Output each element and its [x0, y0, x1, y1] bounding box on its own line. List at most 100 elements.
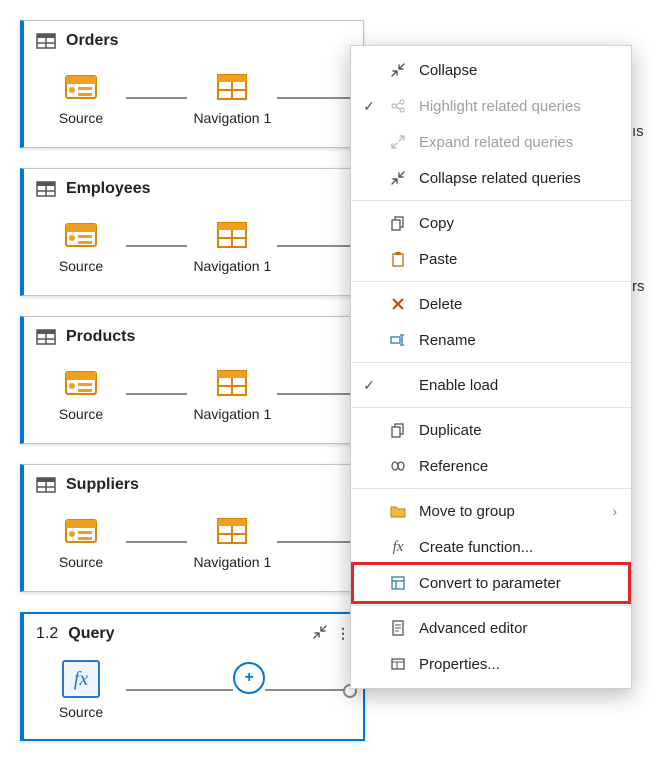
step-navigation[interactable]: Navigation 1	[187, 70, 277, 126]
table-step-icon	[215, 366, 249, 400]
table-icon	[36, 179, 56, 199]
menu-separator	[351, 281, 631, 282]
connector	[126, 245, 187, 247]
menu-label: Rename	[419, 332, 476, 349]
menu-expand-related[interactable]: Expand related queries	[351, 124, 631, 160]
query-card-suppliers[interactable]: Suppliers Source Navigation 1	[20, 464, 364, 592]
menu-properties[interactable]: Properties...	[351, 646, 631, 682]
expand-icon	[389, 133, 407, 151]
menu-paste[interactable]: Paste	[351, 241, 631, 277]
menu-label: Collapse	[419, 62, 477, 79]
context-menu: Collapse ✓ Highlight related queries Exp…	[350, 45, 632, 689]
step-label: Navigation 1	[193, 406, 271, 422]
menu-separator	[351, 362, 631, 363]
reference-icon	[389, 457, 407, 475]
connector	[265, 689, 351, 691]
step-navigation[interactable]: Navigation 1	[187, 218, 277, 274]
connector	[126, 541, 187, 543]
step-label: Navigation 1	[193, 554, 271, 570]
parameter-icon	[389, 574, 407, 592]
steps-row: Source Navigation 1	[36, 63, 351, 133]
menu-reference[interactable]: Reference	[351, 448, 631, 484]
duplicate-icon	[389, 421, 407, 439]
card-header: Suppliers	[36, 475, 351, 495]
table-icon	[36, 475, 56, 495]
menu-label: Delete	[419, 296, 462, 313]
add-step-button[interactable]: +	[233, 662, 265, 694]
step-label: Navigation 1	[193, 110, 271, 126]
card-title: Orders	[66, 32, 118, 50]
menu-convert-to-parameter[interactable]: Convert to parameter	[351, 565, 631, 601]
step-source[interactable]: Source	[36, 218, 126, 274]
menu-label: Expand related queries	[419, 134, 573, 151]
menu-separator	[351, 200, 631, 201]
menu-label: Enable load	[419, 377, 498, 394]
fx-icon: fx	[389, 538, 407, 556]
query-card-employees[interactable]: Employees Source Navigation 1	[20, 168, 364, 296]
checkmark-icon: ✓	[361, 377, 377, 394]
collapse-icon	[389, 169, 407, 187]
clipped-text: ıs	[632, 123, 644, 140]
menu-label: Advanced editor	[419, 620, 527, 637]
collapse-icon	[389, 61, 407, 79]
step-label: Navigation 1	[193, 258, 271, 274]
menu-move-to-group[interactable]: Move to group ›	[351, 493, 631, 529]
menu-label: Reference	[419, 458, 488, 475]
card-prefix: 1.2	[36, 625, 58, 643]
steps-row: fx Source +	[36, 655, 351, 725]
menu-highlight-related[interactable]: ✓ Highlight related queries	[351, 88, 631, 124]
step-source[interactable]: Source	[36, 70, 126, 126]
card-header: 1.2 Query ⋮	[36, 624, 351, 643]
menu-separator	[351, 605, 631, 606]
datasource-icon	[64, 366, 98, 400]
paste-icon	[389, 250, 407, 268]
menu-rename[interactable]: Rename	[351, 322, 631, 358]
folder-icon	[389, 502, 407, 520]
menu-delete[interactable]: Delete	[351, 286, 631, 322]
menu-create-function[interactable]: fx Create function...	[351, 529, 631, 565]
menu-label: Properties...	[419, 656, 500, 673]
share-icon	[389, 97, 407, 115]
card-header: Orders	[36, 31, 351, 51]
menu-duplicate[interactable]: Duplicate	[351, 412, 631, 448]
step-source[interactable]: fx Source	[36, 660, 126, 720]
step-source[interactable]: Source	[36, 366, 126, 422]
fx-icon: fx	[62, 660, 100, 698]
rename-icon	[389, 331, 407, 349]
steps-row: Source Navigation 1	[36, 359, 351, 429]
editor-icon	[389, 619, 407, 637]
more-icon[interactable]: ⋮	[336, 625, 351, 642]
query-card-query[interactable]: 1.2 Query ⋮ fx Source +	[20, 612, 365, 741]
menu-label: Paste	[419, 251, 457, 268]
card-header: Products	[36, 327, 351, 347]
connector	[277, 97, 351, 99]
step-source[interactable]: Source	[36, 514, 126, 570]
menu-separator	[351, 407, 631, 408]
step-label: Source	[59, 110, 103, 126]
connector	[277, 245, 351, 247]
step-navigation[interactable]: Navigation 1	[187, 366, 277, 422]
menu-copy[interactable]: Copy	[351, 205, 631, 241]
card-title: Query	[68, 625, 114, 643]
steps-row: Source Navigation 1	[36, 507, 351, 577]
menu-label: Highlight related queries	[419, 98, 581, 115]
connector	[126, 393, 187, 395]
step-label: Source	[59, 258, 103, 274]
menu-collapse-related[interactable]: Collapse related queries	[351, 160, 631, 196]
collapse-icon[interactable]	[312, 624, 328, 643]
step-label: Source	[59, 704, 103, 720]
clipped-text: rs	[632, 278, 645, 295]
query-card-products[interactable]: Products Source Navigation 1	[20, 316, 364, 444]
table-step-icon	[215, 218, 249, 252]
menu-enable-load[interactable]: ✓ Enable load	[351, 367, 631, 403]
step-label: Source	[59, 554, 103, 570]
steps-row: Source Navigation 1	[36, 211, 351, 281]
query-card-orders[interactable]: Orders Source Navigation 1	[20, 20, 364, 148]
menu-advanced-editor[interactable]: Advanced editor	[351, 610, 631, 646]
copy-icon	[389, 214, 407, 232]
menu-label: Convert to parameter	[419, 575, 561, 592]
table-step-icon	[215, 514, 249, 548]
menu-label: Collapse related queries	[419, 170, 581, 187]
step-navigation[interactable]: Navigation 1	[187, 514, 277, 570]
menu-collapse[interactable]: Collapse	[351, 52, 631, 88]
